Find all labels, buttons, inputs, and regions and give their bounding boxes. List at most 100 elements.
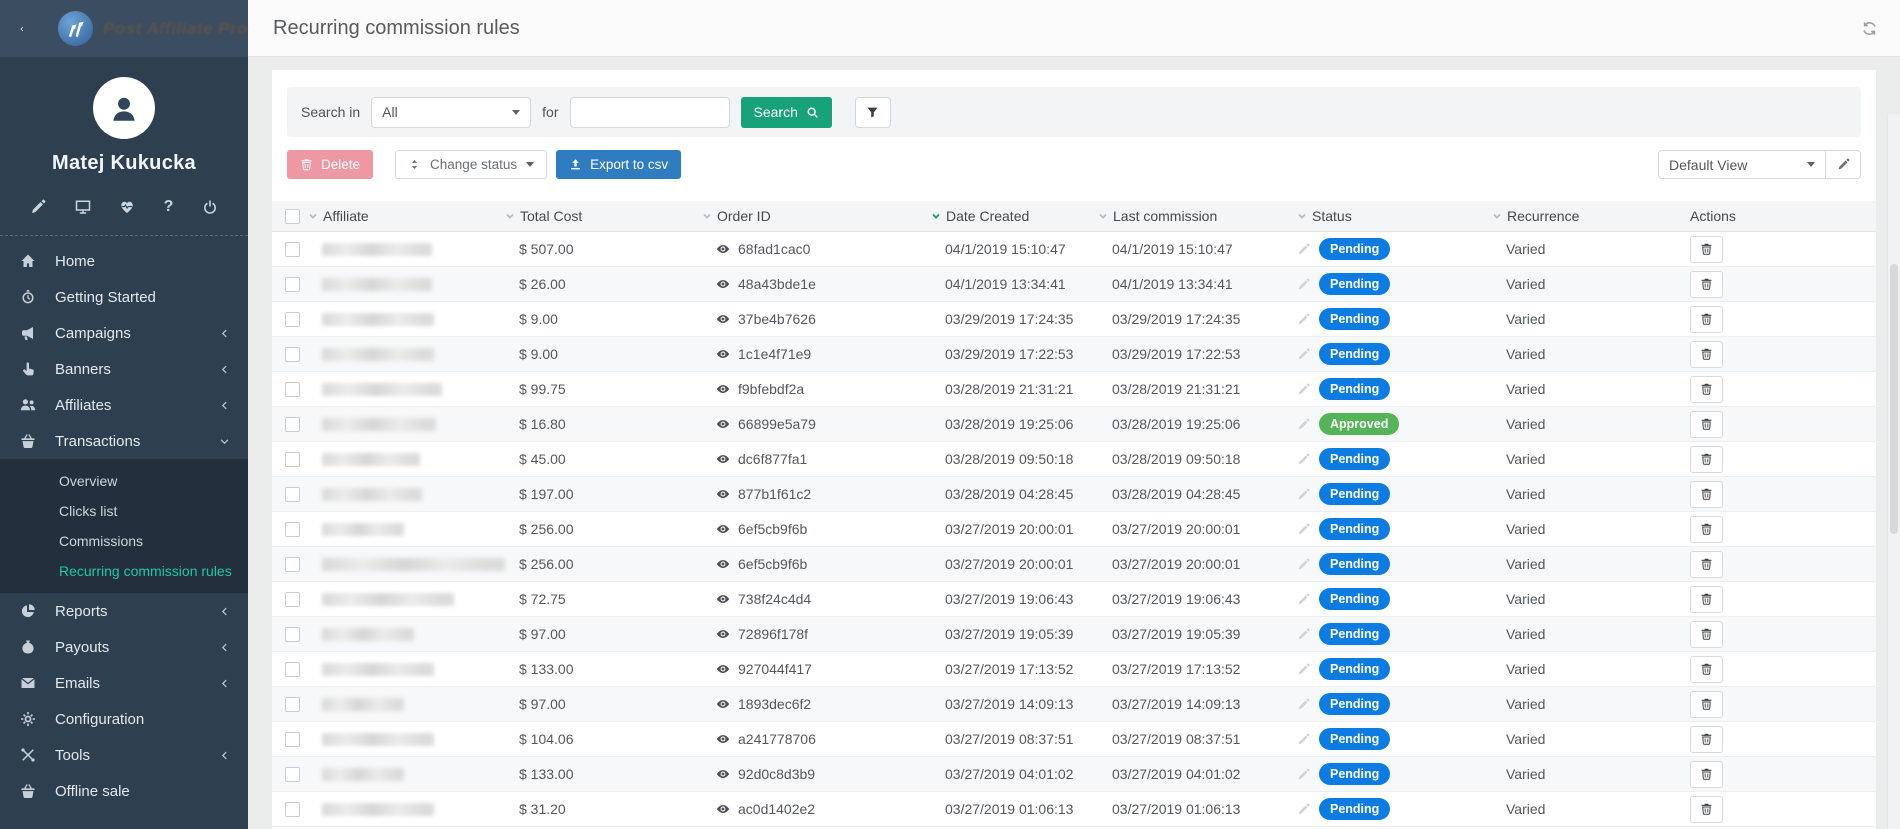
eye-icon[interactable]	[716, 312, 730, 326]
edit-status-pencil-icon[interactable]	[1297, 348, 1310, 361]
column-header-total-cost[interactable]: Total Cost	[505, 208, 702, 224]
edit-status-pencil-icon[interactable]	[1297, 453, 1310, 466]
edit-status-pencil-icon[interactable]	[1297, 243, 1310, 256]
sidebar-subitem-recurring-commission-rules[interactable]: Recurring commission rules	[0, 556, 248, 586]
row-checkbox[interactable]	[285, 312, 300, 327]
row-checkbox[interactable]	[285, 592, 300, 607]
edit-status-pencil-icon[interactable]	[1297, 593, 1310, 606]
pencil-icon[interactable]	[30, 199, 46, 215]
back-chevron-icon[interactable]	[20, 19, 24, 39]
eye-icon[interactable]	[716, 522, 730, 536]
question-icon[interactable]: ?	[164, 199, 174, 215]
column-header-recurrence[interactable]: Recurrence	[1492, 208, 1690, 224]
power-icon[interactable]	[202, 199, 218, 215]
edit-status-pencil-icon[interactable]	[1297, 278, 1310, 291]
edit-status-pencil-icon[interactable]	[1297, 418, 1310, 431]
delete-row-button[interactable]	[1690, 726, 1723, 753]
row-checkbox[interactable]	[285, 697, 300, 712]
sidebar-item-tools[interactable]: Tools	[0, 737, 248, 773]
delete-row-button[interactable]	[1690, 551, 1723, 578]
refresh-icon[interactable]	[1861, 20, 1878, 37]
delete-row-button[interactable]	[1690, 271, 1723, 298]
eye-icon[interactable]	[716, 242, 730, 256]
row-checkbox[interactable]	[285, 347, 300, 362]
edit-status-pencil-icon[interactable]	[1297, 628, 1310, 641]
eye-icon[interactable]	[716, 557, 730, 571]
eye-icon[interactable]	[716, 662, 730, 676]
edit-status-pencil-icon[interactable]	[1297, 383, 1310, 396]
row-checkbox[interactable]	[285, 557, 300, 572]
eye-icon[interactable]	[716, 592, 730, 606]
delete-row-button[interactable]	[1690, 411, 1723, 438]
eye-icon[interactable]	[716, 697, 730, 711]
sidebar-item-payouts[interactable]: Payouts	[0, 629, 248, 665]
eye-icon[interactable]	[716, 487, 730, 501]
sidebar-item-transactions[interactable]: Transactions	[0, 423, 248, 459]
row-checkbox[interactable]	[285, 802, 300, 817]
select-all-checkbox[interactable]	[285, 209, 300, 224]
edit-status-pencil-icon[interactable]	[1297, 698, 1310, 711]
row-checkbox[interactable]	[285, 242, 300, 257]
eye-icon[interactable]	[716, 802, 730, 816]
delete-row-button[interactable]	[1690, 306, 1723, 333]
search-input[interactable]	[570, 97, 730, 128]
row-checkbox[interactable]	[285, 732, 300, 747]
delete-row-button[interactable]	[1690, 761, 1723, 788]
row-checkbox[interactable]	[285, 487, 300, 502]
column-header-affiliate[interactable]: Affiliate	[308, 208, 505, 224]
sidebar-subitem-commissions[interactable]: Commissions	[0, 526, 248, 556]
delete-row-button[interactable]	[1690, 586, 1723, 613]
delete-row-button[interactable]	[1690, 376, 1723, 403]
row-checkbox[interactable]	[285, 662, 300, 677]
eye-icon[interactable]	[716, 732, 730, 746]
eye-icon[interactable]	[716, 767, 730, 781]
heartbeat-icon[interactable]	[119, 199, 135, 215]
sidebar-item-home[interactable]: Home	[0, 243, 248, 279]
delete-row-button[interactable]	[1690, 796, 1723, 823]
sidebar-item-offline-sale[interactable]: Offline sale	[0, 773, 248, 809]
delete-row-button[interactable]	[1690, 446, 1723, 473]
eye-icon[interactable]	[716, 382, 730, 396]
change-status-button[interactable]: Change status	[395, 150, 547, 179]
row-checkbox[interactable]	[285, 627, 300, 642]
sidebar-item-banners[interactable]: Banners	[0, 351, 248, 387]
row-checkbox[interactable]	[285, 277, 300, 292]
column-header-last-commission[interactable]: Last commission	[1098, 208, 1297, 224]
delete-row-button[interactable]	[1690, 481, 1723, 508]
row-checkbox[interactable]	[285, 382, 300, 397]
edit-status-pencil-icon[interactable]	[1297, 663, 1310, 676]
export-csv-button[interactable]: Export to csv	[556, 150, 681, 179]
eye-icon[interactable]	[716, 417, 730, 431]
filter-button[interactable]	[855, 97, 891, 128]
eye-icon[interactable]	[716, 277, 730, 291]
row-checkbox[interactable]	[285, 452, 300, 467]
delete-row-button[interactable]	[1690, 236, 1723, 263]
eye-icon[interactable]	[716, 347, 730, 361]
delete-button[interactable]: Delete	[287, 150, 373, 179]
row-checkbox[interactable]	[285, 522, 300, 537]
eye-icon[interactable]	[716, 627, 730, 641]
view-select[interactable]: Default View	[1658, 150, 1826, 179]
search-button[interactable]: Search	[741, 97, 832, 128]
edit-status-pencil-icon[interactable]	[1297, 803, 1310, 816]
column-header-date-created[interactable]: Date Created	[931, 208, 1098, 224]
delete-row-button[interactable]	[1690, 341, 1723, 368]
delete-row-button[interactable]	[1690, 621, 1723, 648]
sidebar-item-configuration[interactable]: Configuration	[0, 701, 248, 737]
edit-view-button[interactable]	[1826, 150, 1861, 179]
scrollbar-thumb[interactable]	[1890, 264, 1898, 534]
delete-row-button[interactable]	[1690, 656, 1723, 683]
sidebar-item-emails[interactable]: Emails	[0, 665, 248, 701]
row-checkbox[interactable]	[285, 417, 300, 432]
eye-icon[interactable]	[716, 452, 730, 466]
sidebar-subitem-overview[interactable]: Overview	[0, 466, 248, 496]
search-field-select[interactable]: All	[371, 97, 531, 128]
sidebar-item-affiliates[interactable]: Affiliates	[0, 387, 248, 423]
sidebar-subitem-clicks-list[interactable]: Clicks list	[0, 496, 248, 526]
edit-status-pencil-icon[interactable]	[1297, 558, 1310, 571]
edit-status-pencil-icon[interactable]	[1297, 733, 1310, 746]
delete-row-button[interactable]	[1690, 516, 1723, 543]
edit-status-pencil-icon[interactable]	[1297, 488, 1310, 501]
column-header-status[interactable]: Status	[1297, 208, 1492, 224]
edit-status-pencil-icon[interactable]	[1297, 313, 1310, 326]
